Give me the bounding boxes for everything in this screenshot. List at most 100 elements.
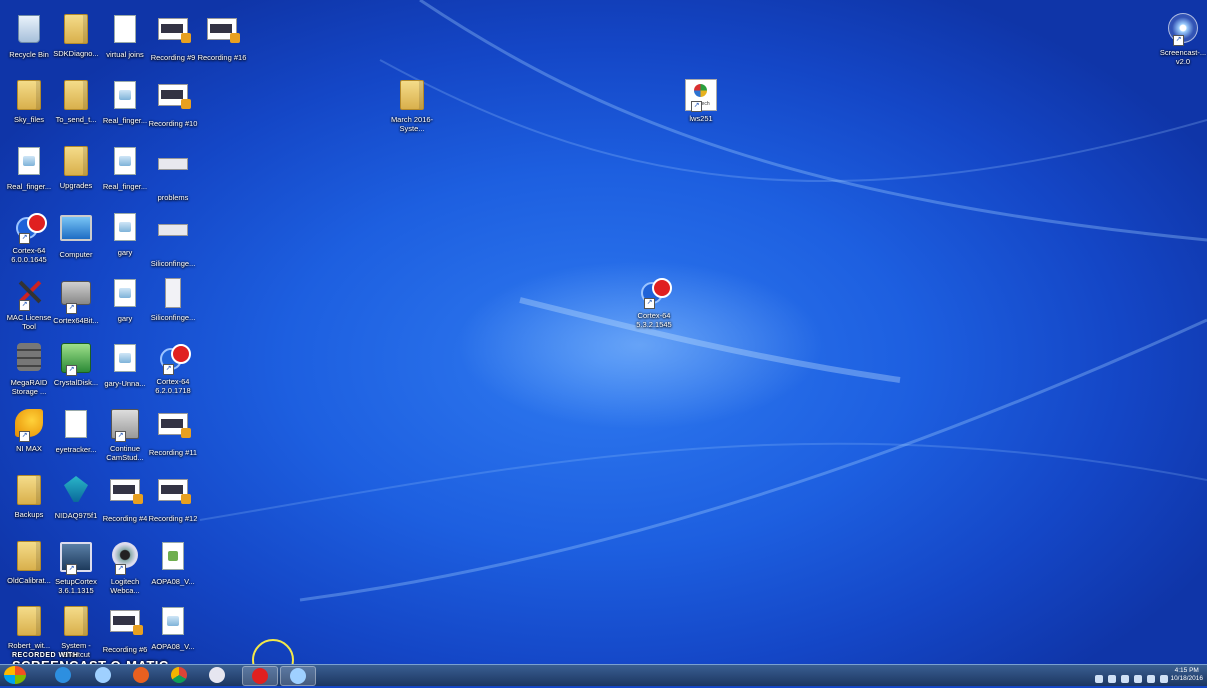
- desktop-icon[interactable]: Recording #11: [147, 407, 199, 457]
- desktop-icon[interactable]: Backups: [3, 473, 55, 519]
- desktop-icon[interactable]: gary: [99, 210, 151, 257]
- desktop[interactable]: Recycle Bin SDKDiagno... virtual joins Reco…: [0, 0, 1207, 664]
- desktop-icon-label: Backups: [14, 510, 44, 519]
- video-file-icon: [157, 479, 191, 511]
- shortcut-arrow-icon: ↗: [115, 564, 126, 575]
- desktop-icon[interactable]: Real_finger...: [99, 78, 151, 125]
- monitor-icon[interactable]: [1147, 675, 1155, 683]
- video-file-icon: [157, 84, 191, 116]
- folder-icon: [13, 606, 45, 638]
- desktop-icon[interactable]: Real_finger...: [3, 144, 55, 191]
- display-icon[interactable]: [1134, 675, 1142, 683]
- desktop-icon[interactable]: Recording #6: [99, 604, 151, 654]
- desktop-icon[interactable]: gary: [99, 276, 151, 323]
- network-icon[interactable]: [1095, 675, 1103, 683]
- cortex-app-icon: ↗: [638, 276, 672, 309]
- desktop-icon[interactable]: AOPA08_V...: [147, 604, 199, 651]
- desktop-icon-label: lws251: [689, 114, 713, 123]
- shortcut-arrow-icon: ↗: [66, 365, 77, 376]
- taskbar-paint-button[interactable]: [200, 666, 234, 684]
- internet-explorer-icon: [55, 667, 71, 683]
- desktop-icon[interactable]: ↗ Cortex-64 6.2.0.1718: [147, 341, 199, 395]
- desktop-icon[interactable]: ↗ SetupCortex 3.6.1.1315: [50, 539, 102, 595]
- desktop-icon[interactable]: virtual joins: [99, 12, 151, 59]
- document-icon: [109, 147, 141, 179]
- desktop-icon[interactable]: ↗ MAC License Tool: [3, 276, 55, 331]
- system-tray: [1095, 670, 1173, 683]
- desktop-icon[interactable]: problems: [147, 144, 199, 202]
- desktop-icon[interactable]: Recording #10: [147, 78, 199, 128]
- desktop-icon[interactable]: ↗ Logitech Webca...: [99, 539, 151, 595]
- shortcut-arrow-icon: ↗: [19, 233, 30, 244]
- desktop-icon[interactable]: Upgrades: [50, 144, 102, 190]
- desktop-icon[interactable]: ↗ NI MAX: [3, 407, 55, 453]
- desktop-icon[interactable]: To_send_t...: [50, 78, 102, 124]
- desktop-icon[interactable]: ↗ Continue CamStud...: [99, 407, 151, 462]
- desktop-icon-label: gary-Unna...: [104, 379, 146, 388]
- desktop-icon[interactable]: ↗ Cortex-64 6.0.0.1645: [3, 210, 55, 264]
- folder-icon: [13, 80, 45, 112]
- desktop-icon-label: AOPA08_V...: [151, 577, 195, 586]
- desktop-icon[interactable]: MegaRAID Storage ...: [3, 341, 55, 396]
- desktop-icon[interactable]: ↗ lws251: [675, 78, 727, 123]
- volume-icon[interactable]: [1160, 675, 1168, 683]
- screencast-icon: [290, 668, 306, 684]
- document-icon: [109, 15, 141, 47]
- desktop-icon[interactable]: Real_finger...: [99, 144, 151, 191]
- folder-icon: [396, 80, 428, 112]
- desktop-icon[interactable]: Recording #12: [147, 473, 199, 523]
- database-icon: [13, 343, 45, 375]
- desktop-icon[interactable]: SDKDiagno...: [50, 12, 102, 58]
- desktop-icon[interactable]: Sky_files: [3, 78, 55, 124]
- taskbar-media-button[interactable]: [124, 666, 158, 684]
- paint-icon: [209, 667, 225, 683]
- flag-icon[interactable]: [1121, 675, 1129, 683]
- desktop-icon[interactable]: eyetracker...: [50, 407, 102, 454]
- desktop-icon[interactable]: Siliconfinge...: [147, 210, 199, 268]
- desktop-icon[interactable]: System - Shortcut: [50, 604, 102, 659]
- desktop-icon[interactable]: AOPA08_V...: [147, 539, 199, 586]
- screencast-icon: [95, 667, 111, 683]
- desktop-icon-label: problems: [157, 193, 189, 202]
- folder-icon: [13, 475, 45, 507]
- desktop-icon[interactable]: Recording #9: [147, 12, 199, 62]
- logitech-icon: ↗: [685, 79, 717, 112]
- desktop-icon[interactable]: Recording #4: [99, 473, 151, 523]
- spreadsheet-icon: [157, 542, 189, 574]
- document-icon: [109, 279, 141, 311]
- shortcut-arrow-icon: ↗: [19, 431, 30, 442]
- desktop-icon[interactable]: Robert_wit...: [3, 604, 55, 650]
- document-icon: [109, 213, 141, 245]
- shortcut-arrow-icon: ↗: [115, 431, 126, 442]
- desktop-icon[interactable]: NIDAQ975f1: [50, 473, 102, 520]
- taskbar-clock[interactable]: 4:15 PM 10/18/2016: [1170, 667, 1203, 683]
- taskbar-ie-button[interactable]: [46, 666, 80, 684]
- shortcut-arrow-icon: ↗: [691, 101, 702, 112]
- image-file-icon: [157, 278, 189, 310]
- desktop-icon[interactable]: ↗ Cortex-64 5.3.2.1545: [628, 275, 680, 329]
- taskbar-cortex-button[interactable]: [242, 666, 278, 686]
- desktop-icon[interactable]: gary-Unna...: [99, 341, 151, 388]
- start-button[interactable]: [4, 666, 26, 684]
- setup-icon: ↗: [60, 542, 92, 575]
- desktop-icon-label: Cortex-64 5.3.2.1545: [636, 311, 672, 329]
- taskbar-screencast-running-button[interactable]: [280, 666, 316, 686]
- desktop-icon[interactable]: OldCalibrat...: [3, 539, 55, 585]
- desktop-icon[interactable]: Recording #16: [196, 12, 248, 62]
- desktop-icon-label: CrystalDisk...: [53, 378, 99, 387]
- desktop-icon-label: NI MAX: [16, 444, 42, 453]
- desktop-icon[interactable]: ↗ Cortex64Bit...: [50, 276, 102, 325]
- desktop-icon-label: gary: [117, 248, 133, 257]
- desktop-icon[interactable]: ↗ CrystalDisk...: [50, 341, 102, 387]
- desktop-icon[interactable]: Recycle Bin: [3, 12, 55, 59]
- desktop-icon[interactable]: March 2016-Syste...: [386, 78, 438, 133]
- desktop-icon-label: To_send_t...: [55, 115, 97, 124]
- desktop-icon[interactable]: Siliconfinge...: [147, 276, 199, 322]
- taskbar-screencast-button[interactable]: [86, 666, 120, 684]
- cortex-app-icon: ↗: [157, 342, 191, 375]
- desktop-icon[interactable]: Computer: [50, 210, 102, 259]
- image-file-icon: [157, 158, 189, 190]
- taskbar-chrome-button[interactable]: [162, 666, 196, 684]
- update-icon[interactable]: [1108, 675, 1116, 683]
- desktop-icon[interactable]: ↗ Screencast-... v2.0: [1157, 12, 1207, 66]
